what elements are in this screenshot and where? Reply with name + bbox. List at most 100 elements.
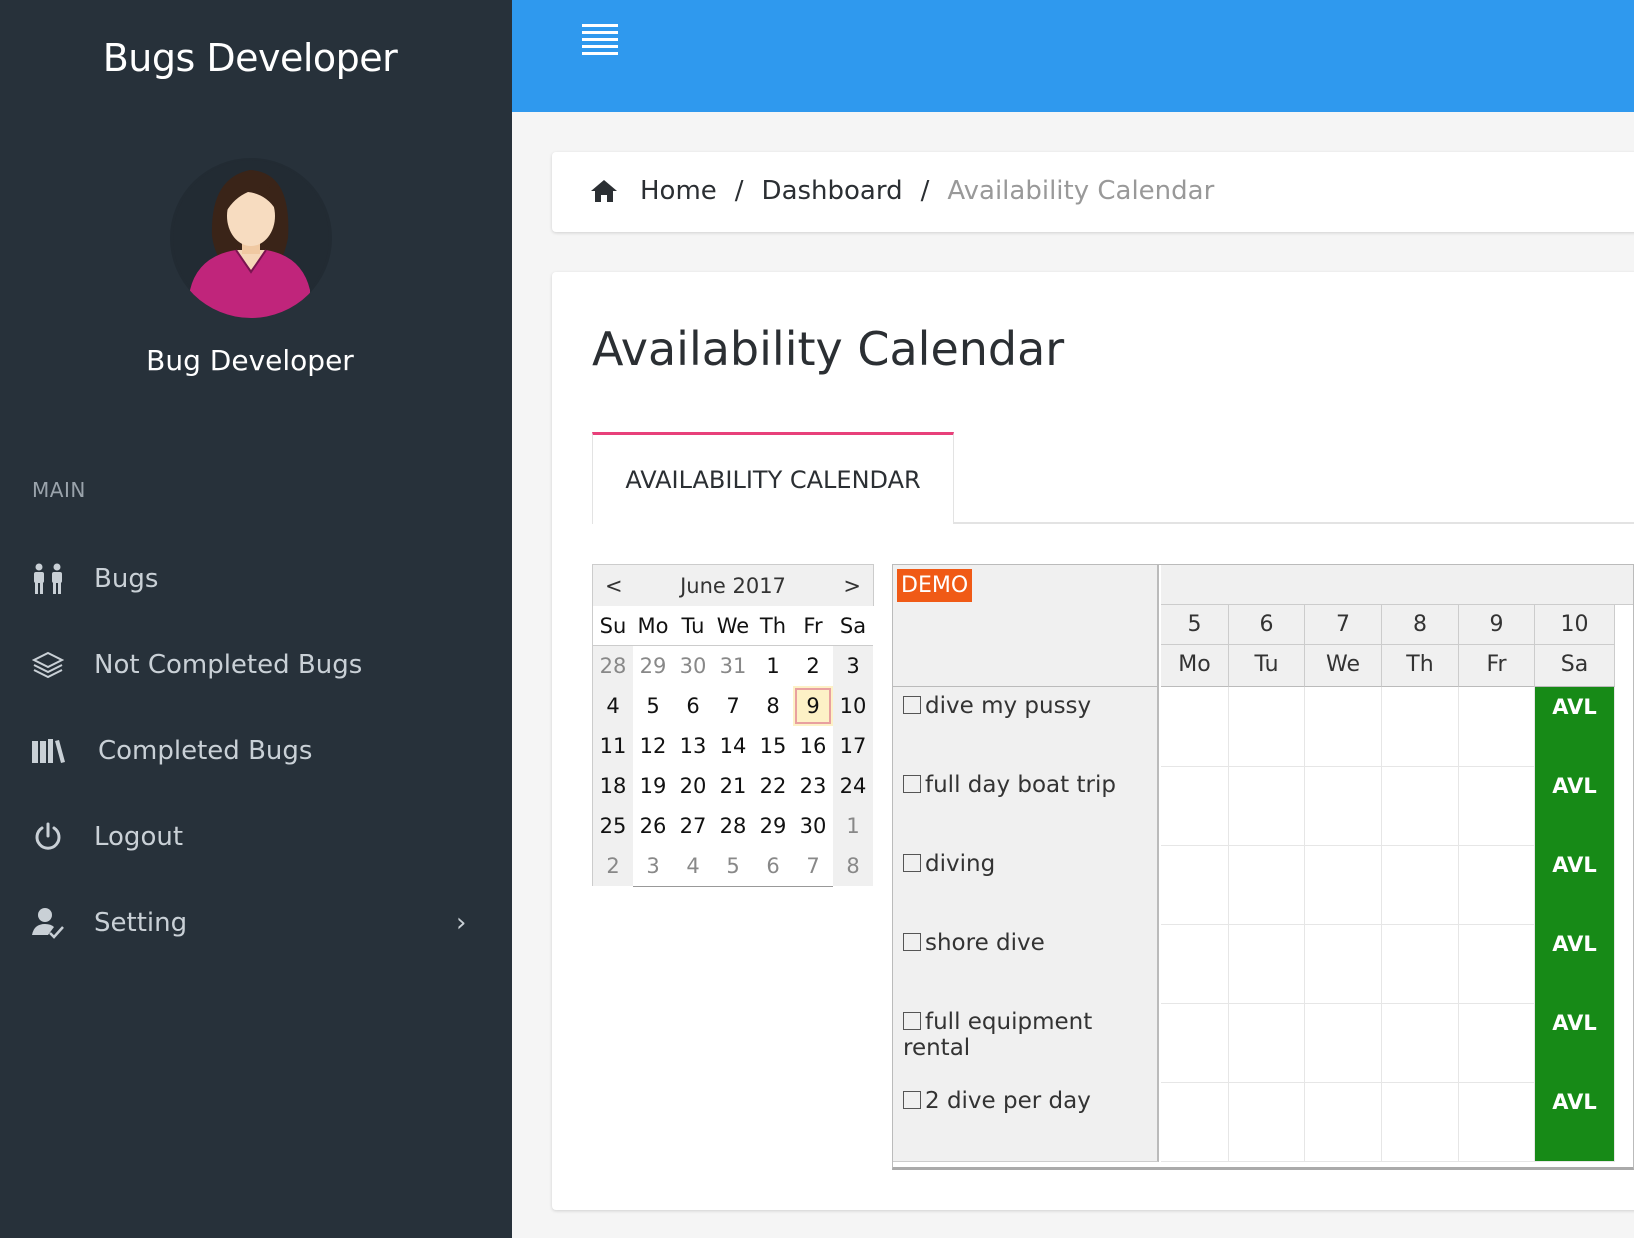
availability-cell[interactable]	[1161, 766, 1229, 846]
sidebar-item-setting[interactable]: Setting ›	[0, 888, 512, 958]
calendar-day[interactable]: 15	[753, 726, 793, 766]
calendar-day[interactable]: 26	[633, 806, 673, 846]
availability-cell[interactable]	[1161, 924, 1229, 1004]
checkbox-icon[interactable]	[903, 696, 921, 714]
calendar-day[interactable]: 4	[593, 686, 633, 726]
sidebar-item-bugs[interactable]: Bugs	[0, 544, 512, 614]
calendar-day[interactable]: 28	[713, 806, 753, 846]
availability-cell[interactable]	[1382, 1082, 1459, 1162]
availability-cell[interactable]	[1161, 1003, 1229, 1083]
calendar-day[interactable]: 1	[833, 806, 873, 846]
availability-cell[interactable]	[1305, 1082, 1382, 1162]
availability-cell[interactable]	[1382, 1003, 1459, 1083]
resource-row-label[interactable]: 2 dive per day	[893, 1082, 1159, 1162]
availability-cell[interactable]	[1161, 1082, 1229, 1162]
menu-toggle-icon[interactable]	[582, 24, 618, 55]
availability-cell[interactable]	[1229, 845, 1305, 925]
resource-row-label[interactable]: diving	[893, 845, 1159, 925]
availability-cell[interactable]	[1382, 766, 1459, 846]
breadcrumb-dashboard[interactable]: Dashboard	[762, 176, 903, 206]
availability-cell[interactable]	[1459, 845, 1535, 925]
availability-cell[interactable]	[1229, 766, 1305, 846]
availability-cell[interactable]	[1229, 687, 1305, 767]
calendar-day[interactable]: 10	[833, 686, 873, 726]
calendar-day[interactable]: 20	[673, 766, 713, 806]
availability-cell-available[interactable]: AVL	[1535, 1082, 1615, 1162]
calendar-day[interactable]: 12	[633, 726, 673, 766]
calendar-day[interactable]: 21	[713, 766, 753, 806]
sidebar-item-completed-bugs[interactable]: Completed Bugs	[0, 716, 512, 786]
home-icon[interactable]	[590, 177, 618, 205]
calendar-day[interactable]: 24	[833, 766, 873, 806]
calendar-day[interactable]: 29	[753, 806, 793, 846]
availability-cell[interactable]	[1305, 845, 1382, 925]
checkbox-icon[interactable]	[903, 1091, 921, 1109]
calendar-day[interactable]: 11	[593, 726, 633, 766]
checkbox-icon[interactable]	[903, 854, 921, 872]
availability-cell[interactable]	[1161, 845, 1229, 925]
calendar-day[interactable]: 1	[753, 646, 793, 686]
sidebar-item-not-completed-bugs[interactable]: Not Completed Bugs	[0, 630, 512, 700]
calendar-day[interactable]: 2	[593, 846, 633, 886]
calendar-day[interactable]: 17	[833, 726, 873, 766]
calendar-day[interactable]: 14	[713, 726, 753, 766]
availability-cell[interactable]	[1459, 766, 1535, 846]
calendar-day[interactable]: 31	[713, 646, 753, 686]
sidebar-item-logout[interactable]: Logout	[0, 802, 512, 872]
calendar-day[interactable]: 23	[793, 766, 833, 806]
calendar-day[interactable]: 18	[593, 766, 633, 806]
calendar-day[interactable]: 3	[633, 846, 673, 886]
calendar-day[interactable]: 2	[793, 646, 833, 686]
availability-cell-available[interactable]: AVL	[1535, 1003, 1615, 1083]
calendar-day[interactable]: 3	[833, 646, 873, 686]
availability-cell-available[interactable]: AVL	[1535, 687, 1615, 767]
availability-cell[interactable]	[1459, 687, 1535, 767]
calendar-day[interactable]: 7	[793, 846, 833, 886]
calendar-day[interactable]: 27	[673, 806, 713, 846]
calendar-day[interactable]: 6	[673, 686, 713, 726]
availability-cell[interactable]	[1161, 687, 1229, 767]
calendar-day[interactable]: 16	[793, 726, 833, 766]
calendar-day[interactable]: 25	[593, 806, 633, 846]
availability-cell[interactable]	[1459, 1082, 1535, 1162]
availability-cell[interactable]	[1305, 766, 1382, 846]
next-month-button[interactable]: >	[843, 574, 861, 598]
availability-cell-available[interactable]: AVL	[1535, 766, 1615, 846]
calendar-day[interactable]: 6	[753, 846, 793, 886]
availability-cell[interactable]	[1305, 924, 1382, 1004]
calendar-day[interactable]: 7	[713, 686, 753, 726]
calendar-day[interactable]: 22	[753, 766, 793, 806]
availability-cell[interactable]	[1459, 924, 1535, 1004]
checkbox-icon[interactable]	[903, 1012, 921, 1030]
tab-availability-calendar[interactable]: AVAILABILITY CALENDAR	[592, 432, 954, 524]
calendar-day[interactable]: 30	[793, 806, 833, 846]
availability-cell[interactable]	[1382, 687, 1459, 767]
checkbox-icon[interactable]	[903, 933, 921, 951]
calendar-day[interactable]: 29	[633, 646, 673, 686]
availability-cell[interactable]	[1229, 924, 1305, 1004]
availability-cell[interactable]	[1382, 924, 1459, 1004]
availability-cell-available[interactable]: AVL	[1535, 924, 1615, 1004]
availability-cell[interactable]	[1229, 1003, 1305, 1083]
calendar-day[interactable]: 30	[673, 646, 713, 686]
resource-row-label[interactable]: full day boat trip	[893, 766, 1159, 846]
calendar-day[interactable]: 9	[793, 686, 833, 726]
availability-cell[interactable]	[1382, 845, 1459, 925]
calendar-day[interactable]: 13	[673, 726, 713, 766]
availability-cell[interactable]	[1229, 1082, 1305, 1162]
resource-row-label[interactable]: shore dive	[893, 924, 1159, 1004]
calendar-day[interactable]: 8	[833, 846, 873, 886]
calendar-day[interactable]: 19	[633, 766, 673, 806]
availability-cell[interactable]	[1459, 1003, 1535, 1083]
availability-cell-available[interactable]: AVL	[1535, 845, 1615, 925]
calendar-day[interactable]: 4	[673, 846, 713, 886]
calendar-day[interactable]: 5	[633, 686, 673, 726]
breadcrumb-home[interactable]: Home	[640, 176, 717, 206]
resource-row-label[interactable]: full equipment rental	[893, 1003, 1159, 1083]
checkbox-icon[interactable]	[903, 775, 921, 793]
calendar-day[interactable]: 5	[713, 846, 753, 886]
prev-month-button[interactable]: <	[605, 574, 623, 598]
resource-row-label[interactable]: dive my pussy	[893, 687, 1159, 767]
calendar-day[interactable]: 28	[593, 646, 633, 686]
calendar-day[interactable]: 8	[753, 686, 793, 726]
